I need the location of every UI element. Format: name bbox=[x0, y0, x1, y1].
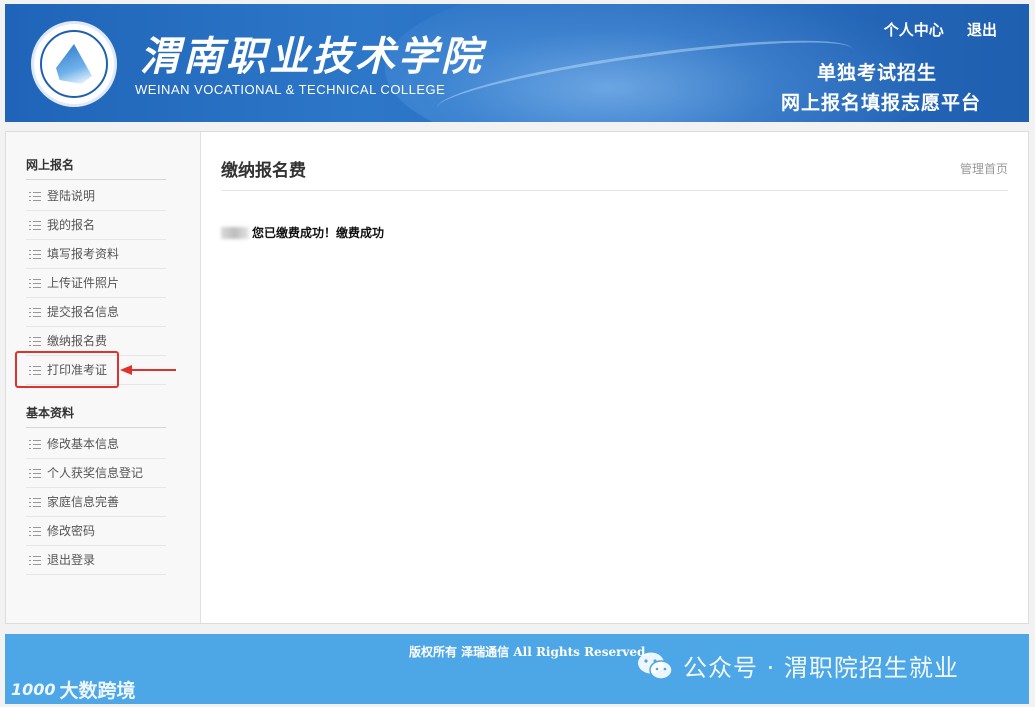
sidebar-item-label: 我的报名 bbox=[47, 217, 96, 232]
platform-title: 单独考试招生 网上报名填报志愿平台 bbox=[781, 58, 981, 118]
platform-title-line2: 网上报名填报志愿平台 bbox=[780, 92, 981, 114]
list-icon bbox=[29, 555, 41, 565]
page-title: 缴纳报名费 bbox=[221, 161, 306, 181]
list-icon bbox=[29, 220, 41, 230]
sidebar-item-sign-out[interactable]: 退出登录 bbox=[26, 546, 166, 575]
site-header: 渭南职业技术学院 WEINAN VOCATIONAL & TECHNICAL C… bbox=[5, 4, 1029, 122]
sidebar-item-my-registration[interactable]: 我的报名 bbox=[26, 211, 166, 240]
list-icon bbox=[29, 468, 41, 478]
sidebar-group-title-registration: 网上报名 bbox=[26, 156, 166, 180]
list-icon bbox=[29, 336, 41, 346]
top-links: 个人中心 退出 bbox=[866, 19, 997, 40]
sidebar-item-fill-application[interactable]: 填写报考资料 bbox=[26, 240, 166, 269]
watermark-left-text: 大数跨境 bbox=[59, 680, 136, 702]
sidebar-item-label: 登陆说明 bbox=[47, 188, 96, 203]
list-icon bbox=[29, 278, 41, 288]
sidebar-item-label: 个人获奖信息登记 bbox=[47, 465, 144, 480]
wechat-icon bbox=[638, 652, 673, 680]
sidebar-item-submit-registration[interactable]: 提交报名信息 bbox=[26, 298, 166, 327]
list-icon bbox=[29, 307, 41, 317]
list-icon bbox=[29, 439, 41, 449]
personal-center-link[interactable]: 个人中心 bbox=[884, 21, 944, 39]
sidebar-item-change-password[interactable]: 修改密码 bbox=[26, 517, 166, 546]
sidebar-group-title-basic-info: 基本资料 bbox=[26, 404, 166, 428]
main-panel: 网上报名 登陆说明 我的报名 填写报考资料 上传证件照片 提交报名信息 缴纳报名… bbox=[5, 131, 1029, 624]
redacted-name bbox=[221, 226, 249, 239]
payment-status-message: 您已缴费成功！缴费成功 bbox=[221, 224, 384, 241]
list-icon bbox=[29, 191, 41, 201]
list-icon bbox=[29, 526, 41, 536]
sidebar-item-family-info[interactable]: 家庭信息完善 bbox=[26, 488, 166, 517]
sidebar-item-edit-basic-info[interactable]: 修改基本信息 bbox=[26, 430, 166, 459]
watermark-right-text: 公众号 · 渭职院招生就业 bbox=[683, 654, 959, 682]
college-name-cn: 渭南职业技术学院 bbox=[140, 33, 484, 80]
sidebar-item-label: 修改基本信息 bbox=[47, 436, 120, 451]
watermark-right: 公众号 · 渭职院招生就业 bbox=[637, 648, 959, 683]
payment-status-text: 您已缴费成功！缴费成功 bbox=[252, 226, 385, 240]
sidebar-item-awards-registration[interactable]: 个人获奖信息登记 bbox=[26, 459, 166, 488]
watermark-logo: 1000 bbox=[11, 680, 56, 699]
title-divider bbox=[221, 190, 1008, 191]
admin-home-link[interactable]: 管理首页 bbox=[960, 160, 1008, 177]
platform-title-line1: 单独考试招生 bbox=[816, 62, 937, 84]
sidebar: 网上报名 登陆说明 我的报名 填写报考资料 上传证件照片 提交报名信息 缴纳报名… bbox=[6, 132, 201, 623]
watermark-left: 1000 大数跨境 bbox=[11, 676, 136, 703]
list-icon bbox=[29, 497, 41, 507]
sidebar-item-label: 退出登录 bbox=[47, 552, 96, 567]
sidebar-item-label: 家庭信息完善 bbox=[47, 494, 120, 509]
college-name-en: WEINAN VOCATIONAL & TECHNICAL COLLEGE bbox=[135, 82, 446, 97]
arrow-left-icon bbox=[120, 365, 176, 375]
sidebar-item-label: 提交报名信息 bbox=[47, 304, 120, 319]
sidebar-item-login-guide[interactable]: 登陆说明 bbox=[26, 182, 166, 211]
sidebar-item-label: 上传证件照片 bbox=[47, 275, 120, 290]
sidebar-item-upload-photo[interactable]: 上传证件照片 bbox=[26, 269, 166, 298]
copyright-text: 版权所有 泽瑞通信 All Rights Reserved. bbox=[409, 645, 650, 659]
site-footer: 版权所有 泽瑞通信 All Rights Reserved. 1000 大数跨境… bbox=[5, 634, 1029, 704]
highlight-annotation-box bbox=[15, 351, 119, 388]
logout-link[interactable]: 退出 bbox=[967, 21, 997, 39]
sidebar-item-label: 修改密码 bbox=[47, 523, 96, 538]
college-logo bbox=[31, 21, 117, 107]
sidebar-item-label: 填写报考资料 bbox=[47, 246, 120, 261]
list-icon bbox=[29, 249, 41, 259]
